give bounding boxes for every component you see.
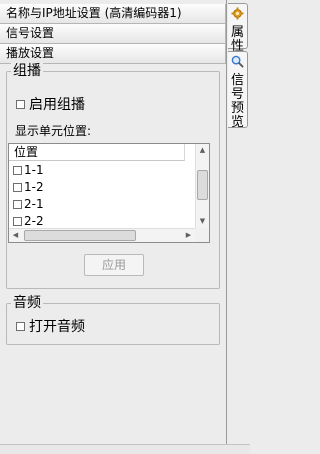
position-list-item[interactable]: 2-1 [9, 196, 187, 213]
tab-properties[interactable]: 属性 [228, 3, 248, 54]
position-item-checkbox[interactable] [13, 200, 22, 209]
header-playback-settings[interactable]: 播放设置 [0, 44, 226, 64]
vertical-scrollbar[interactable]: ▲ ▼ [195, 144, 209, 228]
tab-properties-label: 属性 [228, 26, 247, 54]
open-audio-row[interactable]: 打开音频 [16, 316, 85, 336]
side-tab-strip: 属性 信号预览 [227, 0, 250, 453]
enable-multicast-label: 启用组播 [29, 97, 85, 113]
position-item-label: 2-2 [24, 214, 44, 228]
vertical-tab-char: 预 [230, 101, 244, 116]
scroll-right-arrow-icon[interactable]: ▶ [182, 229, 195, 242]
position-list-item[interactable]: 1-2 [9, 179, 187, 196]
position-list[interactable]: 位置 1-1 1-2 2-1 2-2 ▲ ▼ ◀ ▶ [8, 143, 210, 243]
position-list-rows: 1-1 1-2 2-1 2-2 [9, 162, 187, 230]
position-item-label: 1-1 [24, 163, 44, 177]
vertical-tab-char: 属 [230, 25, 244, 40]
header-name-ip[interactable]: 名称与IP地址设置 (高清编码器1) [0, 4, 226, 24]
open-audio-checkbox[interactable] [16, 321, 25, 331]
header-signal-label: 信号设置 [6, 26, 55, 40]
position-item-checkbox[interactable] [13, 183, 22, 192]
scroll-left-arrow-icon[interactable]: ◀ [9, 229, 22, 242]
tab-signal-preview[interactable]: 信号预览 [228, 51, 248, 130]
open-audio-label: 打开音频 [29, 319, 85, 335]
multicast-group-title: 组播 [11, 62, 43, 80]
vertical-tab-char: 号 [230, 87, 244, 102]
position-item-label: 1-2 [24, 180, 44, 194]
horizontal-scroll-thumb[interactable] [24, 230, 136, 241]
scrollbar-corner [195, 228, 209, 242]
position-column-label: 位置 [14, 145, 39, 159]
apply-button-label: 应用 [101, 258, 126, 272]
position-list-item[interactable]: 1-1 [9, 162, 187, 179]
enable-multicast-checkbox[interactable] [16, 99, 25, 109]
display-unit-label: 显示单元位置: [15, 124, 92, 138]
vertical-tab-char: 信 [230, 73, 244, 88]
apply-button[interactable]: 应用 [84, 254, 144, 276]
enable-multicast-row[interactable]: 启用组播 [16, 94, 85, 114]
audio-group-title: 音频 [11, 294, 43, 312]
position-column-header[interactable]: 位置 [9, 144, 185, 161]
header-signal-settings[interactable]: 信号设置 [0, 24, 226, 44]
magnifier-icon [228, 55, 247, 72]
settings-panel: 名称与IP地址设置 (高清编码器1) 信号设置 播放设置 组播 启用组播 显示单… [0, 0, 227, 453]
position-item-checkbox[interactable] [13, 217, 22, 226]
horizontal-scrollbar[interactable]: ◀ ▶ [9, 228, 195, 242]
header-name-ip-label: 名称与IP地址设置 (高清编码器1) [6, 6, 182, 20]
position-item-label: 2-1 [24, 197, 44, 211]
scroll-down-arrow-icon[interactable]: ▼ [196, 215, 209, 228]
position-item-checkbox[interactable] [13, 166, 22, 175]
gear-icon [228, 7, 247, 24]
header-playback-label: 播放设置 [6, 46, 55, 60]
scroll-up-arrow-icon[interactable]: ▲ [196, 144, 209, 157]
vertical-scroll-thumb[interactable] [197, 170, 208, 200]
vertical-tab-char: 览 [230, 115, 244, 130]
tab-signal-preview-label: 信号预览 [228, 74, 247, 130]
